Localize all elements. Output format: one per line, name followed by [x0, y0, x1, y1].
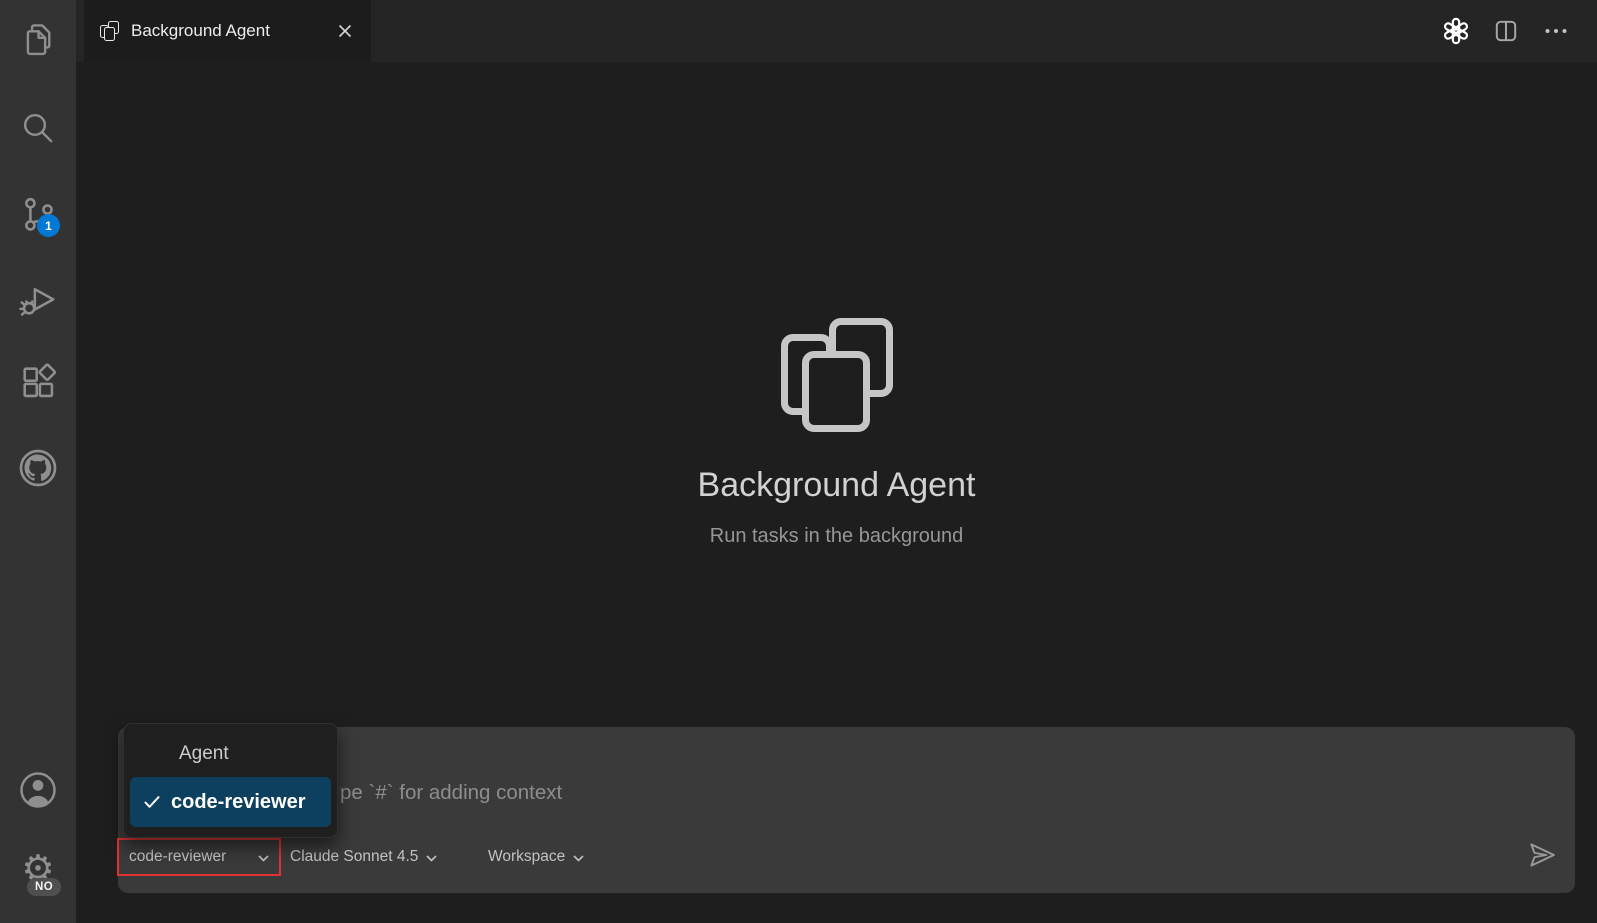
- explorer-icon[interactable]: [0, 14, 76, 70]
- agent-selector-label: code-reviewer: [129, 848, 226, 866]
- chevron-down-icon: [573, 855, 584, 862]
- task-input-placeholder: pe `#` for adding context: [340, 781, 562, 805]
- account-icon[interactable]: [0, 762, 76, 818]
- chevron-down-icon: [426, 855, 437, 862]
- hero-subtitle: Run tasks in the background: [76, 525, 1597, 548]
- activity-bar: 1: [0, 0, 76, 923]
- source-control-badge: 1: [37, 214, 60, 237]
- tab-background-agent[interactable]: Background Agent: [84, 0, 371, 62]
- background-agent-tab-icon: [100, 21, 121, 42]
- workspace-selector[interactable]: Workspace: [488, 838, 584, 876]
- agent-menu: Agent code-reviewer: [123, 723, 338, 838]
- search-icon[interactable]: [0, 100, 76, 156]
- settings-badge: NO: [27, 878, 61, 896]
- send-icon[interactable]: [1526, 839, 1558, 871]
- workspace-selector-label: Workspace: [488, 848, 565, 866]
- tab-close-icon[interactable]: [333, 19, 357, 43]
- editor-actions: [1441, 0, 1597, 62]
- vscode-window: 1: [0, 0, 1597, 923]
- agent-selector[interactable]: code-reviewer: [117, 838, 281, 876]
- editor-group: Background Agent: [76, 0, 1597, 923]
- model-selector[interactable]: Claude Sonnet 4.5: [290, 838, 437, 876]
- background-agent-panel: Background Agent Run tasks in the backgr…: [76, 62, 1597, 923]
- hero-title: Background Agent: [76, 466, 1597, 505]
- tab-strip: Background Agent: [76, 0, 1597, 62]
- extensions-icon[interactable]: [0, 354, 76, 410]
- openai-logo-icon[interactable]: [1441, 16, 1471, 46]
- chevron-down-icon: [258, 855, 269, 862]
- github-icon[interactable]: [0, 440, 76, 496]
- model-selector-label: Claude Sonnet 4.5: [290, 848, 418, 866]
- hero: Background Agent Run tasks in the backgr…: [76, 318, 1597, 548]
- check-icon: [144, 796, 160, 809]
- agent-menu-item-agent[interactable]: Agent: [130, 730, 331, 777]
- tab-title: Background Agent: [131, 21, 325, 41]
- agent-menu-item-code-reviewer[interactable]: code-reviewer: [130, 777, 331, 827]
- run-debug-icon[interactable]: [0, 272, 76, 328]
- source-control-icon[interactable]: 1: [0, 186, 76, 242]
- more-actions-icon[interactable]: [1541, 16, 1571, 46]
- split-editor-icon[interactable]: [1491, 16, 1521, 46]
- background-agent-hero-icon: [781, 318, 893, 432]
